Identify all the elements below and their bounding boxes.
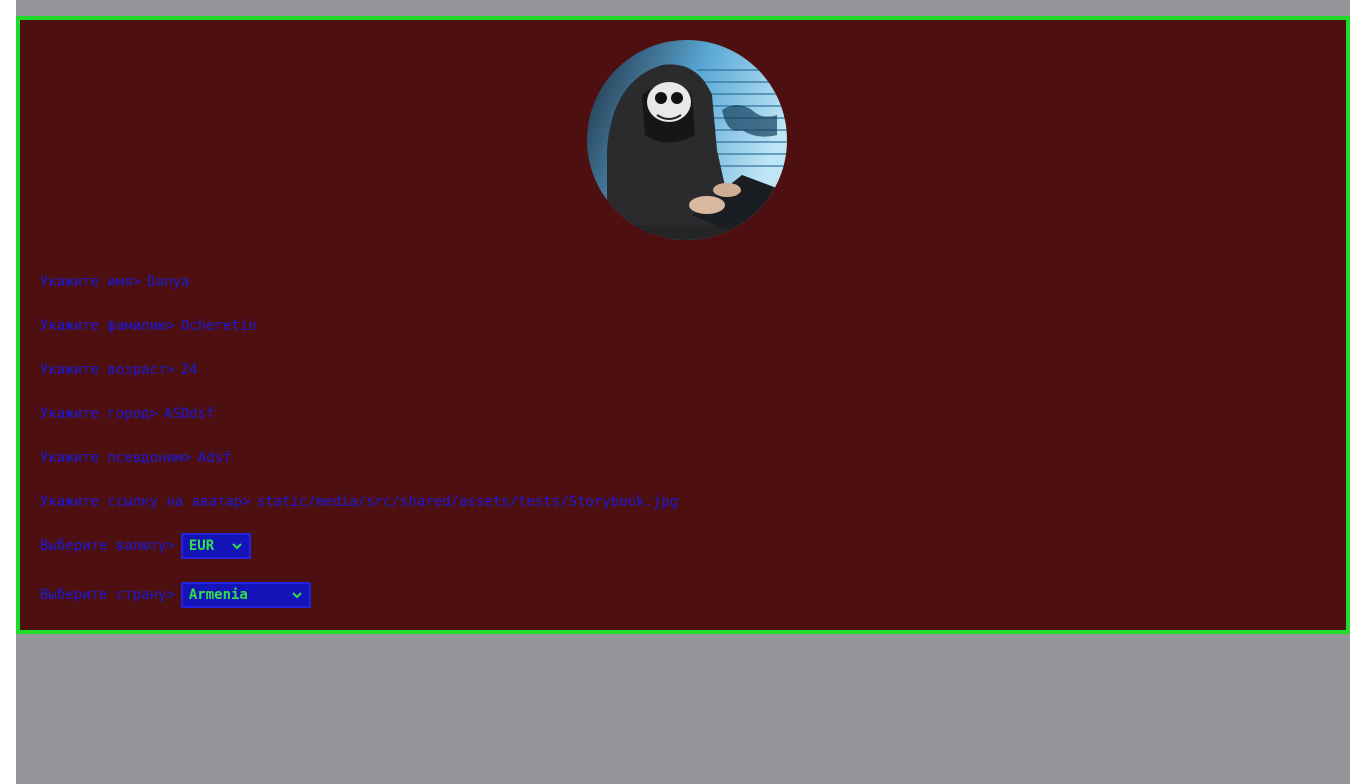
last-name-label: Укажите фамилию>: [40, 318, 175, 334]
chevron-down-icon: [291, 589, 303, 601]
first-name-row: Укажите имя> Danya: [40, 272, 189, 292]
last-name-input[interactable]: Ocheretin: [181, 318, 257, 334]
avatar: [587, 40, 787, 240]
hacker-avatar-image: [587, 40, 787, 240]
username-input[interactable]: Adsf: [198, 450, 232, 466]
country-selected-value: Armenia: [188, 587, 248, 603]
country-row: Выберите страну> Armenia: [40, 580, 311, 610]
country-label: Выберите страну>: [40, 587, 175, 603]
city-row: Укажите город> ASDdsf: [40, 404, 215, 424]
city-label: Укажите город>: [40, 406, 159, 422]
last-name-row: Укажите фамилию> Ocheretin: [40, 316, 257, 336]
currency-selected-value: EUR: [188, 538, 215, 554]
username-row: Укажите псевдоним> Adsf: [40, 448, 231, 468]
city-input[interactable]: ASDdsf: [164, 406, 215, 422]
first-name-input[interactable]: Danya: [147, 274, 189, 290]
age-label: Укажите возраст>: [40, 362, 175, 378]
avatar-link-input[interactable]: static/media/src/shared/assets/tests/Sto…: [257, 494, 678, 510]
country-select[interactable]: Armenia: [180, 582, 311, 608]
avatar-link-label: Укажите ссылку на аватар>: [40, 494, 251, 510]
currency-label: Выберите валюту>: [40, 538, 175, 554]
chevron-down-icon: [231, 540, 243, 552]
currency-row: Выберите валюту> EUR: [40, 531, 251, 561]
username-label: Укажите псевдоним>: [40, 450, 192, 466]
age-row: Укажите возраст> 24: [40, 360, 198, 380]
first-name-label: Укажите имя>: [40, 274, 142, 290]
currency-select[interactable]: EUR: [180, 533, 251, 559]
age-input[interactable]: 24: [181, 362, 198, 378]
profile-card: Укажите имя> Danya Укажите фамилию> Oche…: [16, 16, 1350, 634]
avatar-link-row: Укажите ссылку на аватар> static/media/s…: [40, 492, 678, 512]
